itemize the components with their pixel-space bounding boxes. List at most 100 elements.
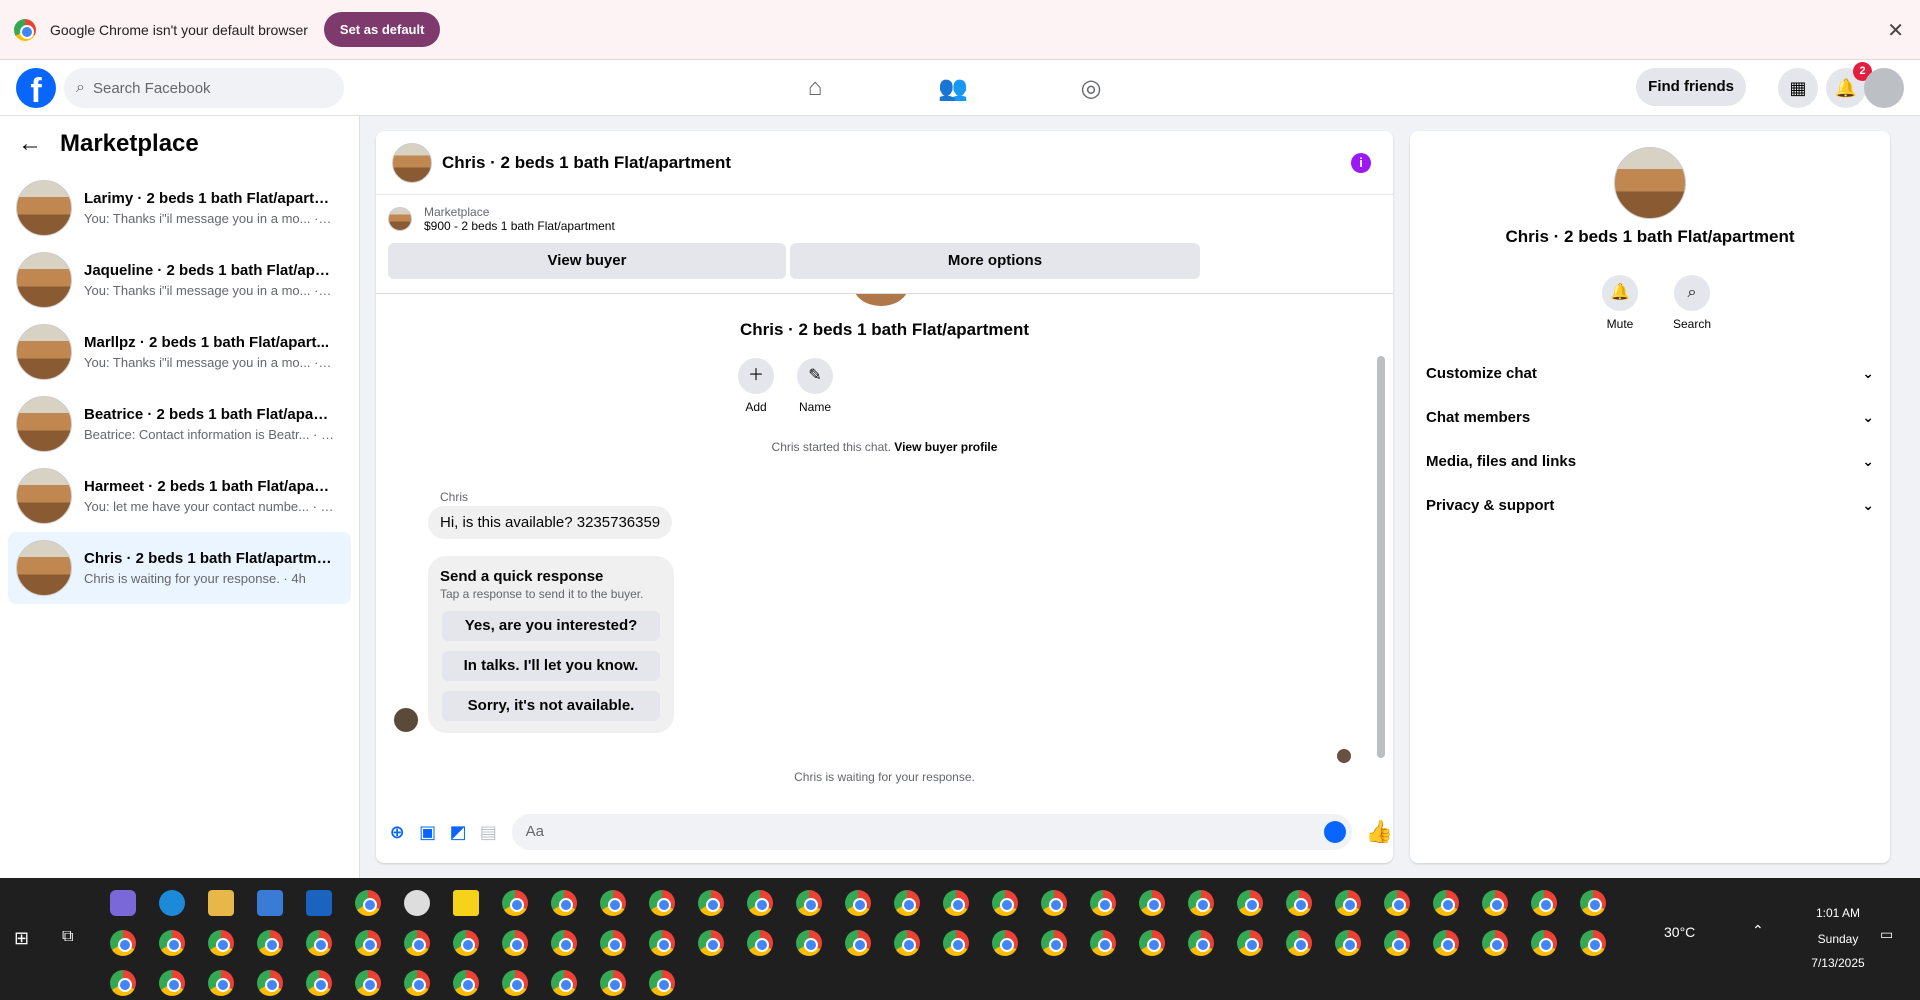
chrome-taskbar-icon[interactable] bbox=[747, 930, 773, 956]
chrome-taskbar-icon[interactable] bbox=[1335, 930, 1361, 956]
chrome-taskbar-icon[interactable] bbox=[600, 930, 626, 956]
chrome-taskbar-icon[interactable] bbox=[1433, 890, 1459, 916]
chrome-taskbar-icon[interactable] bbox=[1139, 930, 1165, 956]
chrome-taskbar-icon[interactable] bbox=[1188, 890, 1214, 916]
chrome-taskbar-icon[interactable] bbox=[159, 930, 185, 956]
chrome-taskbar-icon[interactable] bbox=[502, 970, 528, 996]
windows-start-icon[interactable]: ⊞ bbox=[14, 928, 29, 949]
search-input[interactable]: ⌕ Search Facebook bbox=[64, 68, 344, 108]
conversation-item-active[interactable]: Chris · 2 beds 1 bath Flat/apartment Chri… bbox=[8, 532, 351, 604]
emoji-icon[interactable] bbox=[1323, 821, 1346, 843]
task-view-icon[interactable]: ⧉ bbox=[62, 928, 73, 946]
file-explorer-icon[interactable] bbox=[208, 890, 234, 916]
search-button[interactable]: ⌕ Search bbox=[1662, 275, 1722, 331]
chrome-taskbar-icon[interactable] bbox=[698, 930, 724, 956]
chrome-taskbar-icon[interactable] bbox=[943, 890, 969, 916]
chrome-taskbar-icon[interactable] bbox=[404, 970, 430, 996]
add-button[interactable]: ＋ Add bbox=[726, 358, 786, 414]
chrome-taskbar-icon[interactable] bbox=[1090, 930, 1116, 956]
edge-icon[interactable] bbox=[159, 890, 185, 916]
chrome-taskbar-icon[interactable] bbox=[1335, 890, 1361, 916]
chrome-taskbar-icon[interactable] bbox=[551, 930, 577, 956]
chrome-taskbar-icon[interactable] bbox=[404, 930, 430, 956]
clock-time[interactable]: 1:01 AM bbox=[1806, 906, 1870, 920]
menu-grid-icon[interactable]: ▦ bbox=[1778, 68, 1818, 108]
sticky-notes-icon[interactable] bbox=[453, 890, 479, 916]
set-as-default-button[interactable]: Set as default bbox=[323, 12, 441, 47]
plus-icon[interactable]: ⊕ bbox=[386, 820, 408, 844]
chrome-taskbar-icon[interactable] bbox=[453, 970, 479, 996]
quick-response-in-talks[interactable]: In talks. I'll let you know. bbox=[442, 651, 660, 681]
notification-center-icon[interactable]: ▭ bbox=[1880, 926, 1893, 943]
chrome-taskbar-icon[interactable] bbox=[1531, 890, 1557, 916]
chrome-taskbar-icon[interactable] bbox=[747, 890, 773, 916]
chrome-taskbar-icon[interactable] bbox=[1482, 930, 1508, 956]
chrome-taskbar-icon[interactable] bbox=[1580, 890, 1606, 916]
chrome-taskbar-icon[interactable] bbox=[1041, 890, 1067, 916]
chrome-taskbar-icon[interactable] bbox=[1237, 890, 1263, 916]
more-options-button[interactable]: More options bbox=[790, 243, 1200, 279]
chrome-taskbar-icon[interactable] bbox=[992, 930, 1018, 956]
chrome-taskbar-icon[interactable] bbox=[502, 890, 528, 916]
photo-icon[interactable]: ▣ bbox=[416, 820, 438, 844]
app-icon[interactable] bbox=[404, 890, 430, 916]
conversation-item[interactable]: Harmeet · 2 beds 1 bath Flat/apart... You… bbox=[8, 460, 351, 532]
notifications-bell-icon[interactable]: 🔔 2 bbox=[1826, 62, 1872, 108]
quick-response-sorry[interactable]: Sorry, it's not available. bbox=[442, 691, 660, 721]
conversation-item[interactable]: Jaqueline · 2 beds 1 bath Flat/apar... Yo… bbox=[8, 244, 351, 316]
profile-avatar[interactable] bbox=[1614, 147, 1686, 219]
chat-members-section[interactable]: Chat members ⌄ bbox=[1426, 395, 1874, 439]
chrome-taskbar-icon[interactable] bbox=[110, 970, 136, 996]
chrome-taskbar-icon[interactable] bbox=[257, 930, 283, 956]
chrome-taskbar-icon[interactable] bbox=[1286, 890, 1312, 916]
mute-button[interactable]: 🔔 Mute bbox=[1590, 275, 1650, 331]
view-buyer-button[interactable]: View buyer bbox=[388, 243, 786, 279]
chrome-taskbar-icon[interactable] bbox=[1090, 890, 1116, 916]
chrome-taskbar-icon[interactable] bbox=[1433, 930, 1459, 956]
chrome-taskbar-icon[interactable] bbox=[600, 970, 626, 996]
gif-icon[interactable]: ▤ bbox=[477, 820, 499, 844]
chrome-taskbar-icon[interactable] bbox=[306, 970, 332, 996]
thumbs-up-icon[interactable]: 👍 bbox=[1366, 819, 1393, 845]
chrome-taskbar-icon[interactable] bbox=[551, 890, 577, 916]
message-thread[interactable]: Chris · 2 beds 1 bath Flat/apartment ＋ A… bbox=[376, 293, 1393, 793]
chrome-taskbar-icon[interactable] bbox=[306, 930, 332, 956]
chrome-taskbar-icon[interactable] bbox=[1286, 930, 1312, 956]
groups-icon[interactable]: ◎ bbox=[1076, 74, 1106, 102]
chrome-taskbar-icon[interactable] bbox=[1482, 890, 1508, 916]
chrome-taskbar-icon[interactable] bbox=[698, 890, 724, 916]
chrome-taskbar-icon[interactable] bbox=[943, 930, 969, 956]
chrome-taskbar-icon[interactable] bbox=[845, 930, 871, 956]
quick-response-yes[interactable]: Yes, are you interested? bbox=[442, 611, 660, 641]
customize-chat-section[interactable]: Customize chat ⌄ bbox=[1426, 351, 1874, 395]
chrome-taskbar-icon[interactable] bbox=[551, 970, 577, 996]
chrome-taskbar-icon[interactable] bbox=[992, 890, 1018, 916]
incoming-message[interactable]: Hi, is this available? 3235736359 bbox=[428, 506, 673, 539]
chrome-taskbar-icon[interactable] bbox=[1384, 890, 1410, 916]
privacy-support-section[interactable]: Privacy & support ⌄ bbox=[1426, 483, 1874, 527]
chrome-taskbar-icon[interactable] bbox=[845, 890, 871, 916]
weather-temp[interactable]: 30°C bbox=[1664, 924, 1695, 940]
chrome-taskbar-icon[interactable] bbox=[1139, 890, 1165, 916]
chat-title[interactable]: Chris · 2 beds 1 bath Flat/apartment bbox=[442, 153, 731, 173]
chrome-taskbar-icon[interactable] bbox=[355, 890, 381, 916]
sticker-icon[interactable]: ◩ bbox=[447, 820, 469, 844]
chrome-taskbar-icon[interactable] bbox=[110, 930, 136, 956]
account-avatar[interactable] bbox=[1864, 68, 1904, 108]
chrome-taskbar-icon[interactable] bbox=[649, 930, 675, 956]
chrome-taskbar-icon[interactable] bbox=[159, 970, 185, 996]
close-infobar-icon[interactable]: ✕ bbox=[1887, 18, 1904, 43]
conversation-item[interactable]: Beatrice · 2 beds 1 bath Flat/apart... Be… bbox=[8, 388, 351, 460]
scrollbar[interactable] bbox=[1377, 356, 1385, 758]
chrome-taskbar-icon[interactable] bbox=[1237, 930, 1263, 956]
copilot-icon[interactable] bbox=[110, 890, 136, 916]
chrome-taskbar-icon[interactable] bbox=[208, 970, 234, 996]
chrome-taskbar-icon[interactable] bbox=[649, 890, 675, 916]
facebook-logo-icon[interactable]: f bbox=[16, 68, 56, 108]
chrome-taskbar-icon[interactable] bbox=[1188, 930, 1214, 956]
chrome-taskbar-icon[interactable] bbox=[1041, 930, 1067, 956]
chrome-taskbar-icon[interactable] bbox=[355, 970, 381, 996]
chrome-taskbar-icon[interactable] bbox=[355, 930, 381, 956]
chat-avatar[interactable] bbox=[392, 142, 432, 183]
chrome-taskbar-icon[interactable] bbox=[600, 890, 626, 916]
